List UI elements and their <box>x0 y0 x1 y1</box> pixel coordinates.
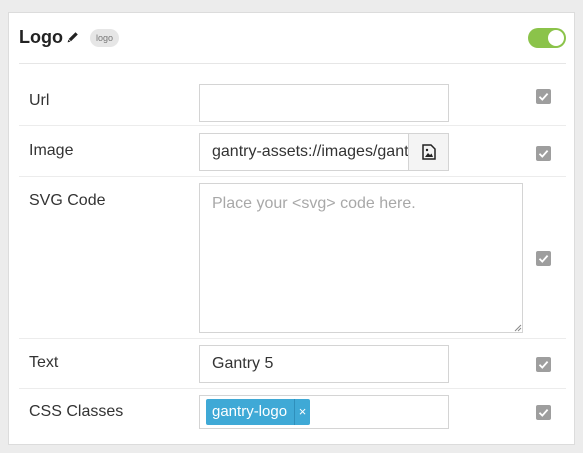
text-label: Text <box>29 354 59 371</box>
chip-label: gantry-logo <box>212 403 288 420</box>
enable-toggle[interactable] <box>528 28 566 48</box>
image-value: gantry-assets://images/gantry5-logo.png <box>212 143 409 160</box>
image-label: Image <box>29 142 74 159</box>
css-classes-label: CSS Classes <box>29 403 124 420</box>
url-input[interactable] <box>199 84 449 122</box>
checkmark-icon <box>538 409 549 417</box>
text-input[interactable] <box>199 345 449 383</box>
panel-title: Logo <box>19 27 63 47</box>
checkmark-icon <box>538 361 549 369</box>
panel-header: Logo logo <box>9 13 574 63</box>
checkmark-icon <box>538 255 549 263</box>
toggle-knob <box>548 30 564 46</box>
text-row: Text <box>19 339 566 389</box>
svg-code-row: SVG Code Place your <svg> code here. <box>19 177 566 339</box>
svg-code-override-checkbox[interactable] <box>536 251 551 266</box>
url-label: Url <box>29 92 50 109</box>
image-override-checkbox[interactable] <box>536 146 551 161</box>
close-icon[interactable]: × <box>294 399 310 425</box>
url-override-checkbox[interactable] <box>536 89 551 104</box>
url-row: Url <box>19 64 566 126</box>
logo-panel: Logo logo Url Image gantry-assets://imag… <box>8 12 575 445</box>
css-classes-row: CSS Classes gantry-logo × <box>19 389 566 435</box>
image-input[interactable]: gantry-assets://images/gantry5-logo.png <box>199 133 449 171</box>
css-classes-input[interactable]: gantry-logo × <box>199 395 449 429</box>
css-class-chip: gantry-logo × <box>206 399 311 425</box>
text-override-checkbox[interactable] <box>536 357 551 372</box>
resize-grip-icon[interactable] <box>514 324 522 332</box>
image-row: Image gantry-assets://images/gantry5-log… <box>19 126 566 177</box>
image-picker-button[interactable] <box>408 134 448 170</box>
css-classes-override-checkbox[interactable] <box>536 405 551 420</box>
image-file-icon <box>422 144 436 160</box>
pencil-icon[interactable] <box>67 31 79 45</box>
svg-code-textarea[interactable]: Place your <svg> code here. <box>199 183 523 333</box>
checkmark-icon <box>538 93 549 101</box>
svg-code-label: SVG Code <box>29 192 106 209</box>
checkmark-icon <box>538 150 549 158</box>
tag-badge: logo <box>90 29 120 47</box>
